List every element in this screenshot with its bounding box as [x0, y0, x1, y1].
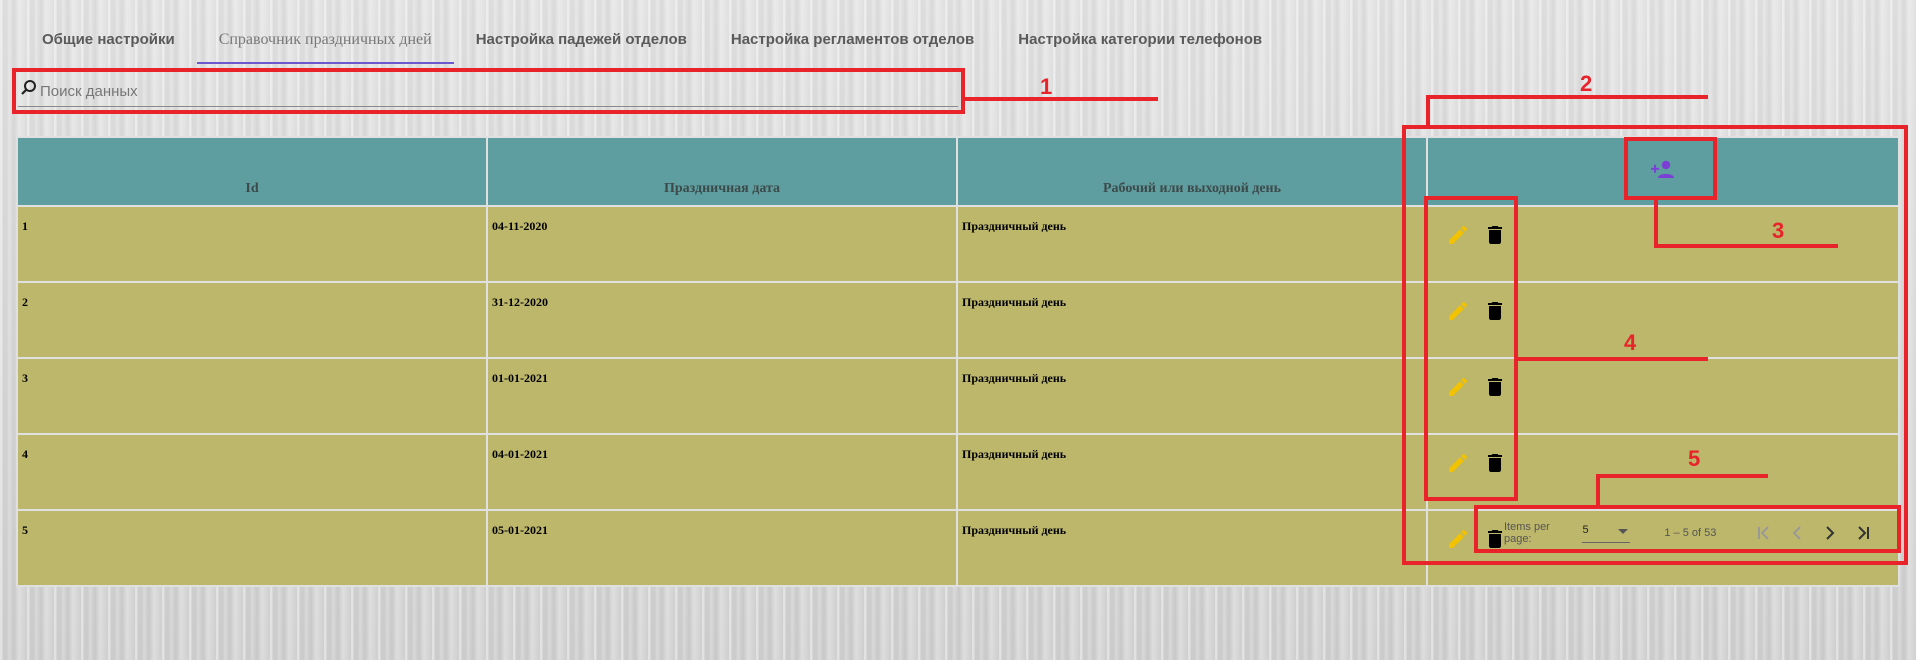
cell-day-type: Праздничный день: [958, 207, 1426, 281]
annotation-label-2: 2: [1580, 71, 1593, 96]
cell-date: 04-01-2021: [488, 435, 956, 509]
annotation-label-5: 5: [1688, 446, 1701, 471]
annotation-box-row-actions: [1424, 196, 1518, 501]
annotation-line-5: [1596, 474, 1768, 478]
cell-id: 3: [18, 359, 486, 433]
cell-date: 01-01-2021: [488, 359, 956, 433]
annotation-line-2-vertical: [1426, 95, 1430, 127]
annotation-label-1: 1: [1040, 74, 1053, 99]
cell-day-type: Праздничный день: [958, 283, 1426, 357]
cell-id: 4: [18, 435, 486, 509]
annotation-box-paginator: [1474, 505, 1901, 553]
annotation-line-3: [1654, 244, 1838, 248]
annotation-line-4: [1516, 357, 1708, 361]
cell-day-type: Праздничный день: [958, 511, 1426, 585]
cell-id: 2: [18, 283, 486, 357]
annotation-line-5-vertical: [1596, 474, 1600, 508]
cell-date: 31-12-2020: [488, 283, 956, 357]
cell-id: 1: [18, 207, 486, 281]
cell-day-type: Праздничный день: [958, 359, 1426, 433]
tab-department-regulations[interactable]: Настройка регламентов отделов: [709, 22, 996, 62]
tab-phone-categories[interactable]: Настройка категории телефонов: [996, 22, 1284, 62]
annotation-box-add-button: [1624, 137, 1717, 200]
annotation-box-search: [12, 68, 965, 114]
tab-bar: Общие настройки Справочник праздничных д…: [20, 22, 1284, 64]
tab-department-cases[interactable]: Настройка падежей отделов: [454, 22, 709, 62]
cell-day-type: Праздничный день: [958, 435, 1426, 509]
cell-date: 04-11-2020: [488, 207, 956, 281]
cell-date: 05-01-2021: [488, 511, 956, 585]
annotation-label-4: 4: [1624, 330, 1637, 355]
annotation-label-3: 3: [1772, 218, 1785, 243]
cell-id: 5: [18, 511, 486, 585]
column-header-holiday-date[interactable]: Праздничная дата: [488, 138, 956, 205]
column-header-id[interactable]: Id: [18, 138, 486, 205]
tab-holiday-directory[interactable]: Справочник праздничных дней: [196, 22, 454, 64]
tab-general-settings[interactable]: Общие настройки: [20, 22, 197, 62]
annotation-line-2: [1426, 95, 1708, 99]
annotation-line-1: [964, 97, 1158, 101]
column-header-day-type[interactable]: Рабочий или выходной день: [958, 138, 1426, 205]
annotation-line-3-vertical: [1654, 198, 1658, 248]
